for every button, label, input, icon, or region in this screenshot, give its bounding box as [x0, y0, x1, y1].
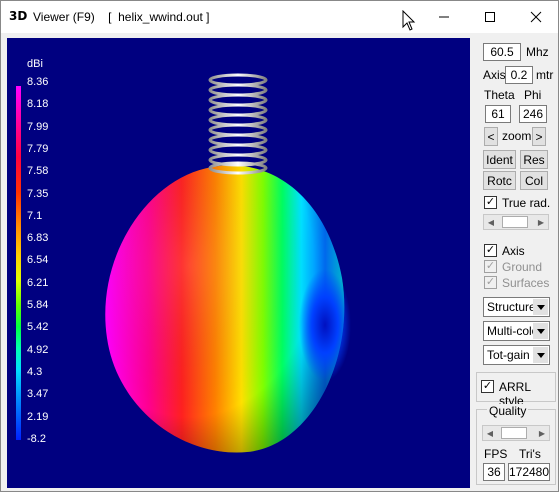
maximize-button[interactable] [467, 1, 513, 33]
tris-label: Tri's [519, 447, 541, 461]
chevron-down-icon [533, 323, 548, 339]
ident-button[interactable]: Ident [483, 150, 516, 169]
app-3d-icon: 3D [9, 9, 28, 23]
phi-field[interactable]: 246 [519, 105, 547, 123]
phi-label: Phi [524, 88, 542, 102]
slider-left-icon[interactable]: ◀ [484, 215, 498, 229]
slider-left-icon[interactable]: ◀ [483, 426, 497, 440]
maximize-icon [485, 12, 495, 22]
radiation-pattern-viewport[interactable]: dBi 8.36 8.18 7.99 7.79 7.58 7.35 7.1 6.83 6.54 6… [7, 38, 470, 488]
minimize-button[interactable] [421, 1, 467, 33]
close-icon [530, 11, 542, 23]
arrl-style-checkbox[interactable]: ✓ [481, 380, 494, 393]
gain-type-select[interactable]: Tot-gain [483, 345, 550, 365]
structure-select[interactable]: Structure [483, 297, 550, 317]
zoom-label: zoom [502, 129, 532, 143]
pattern-lobe [105, 165, 351, 453]
chevron-down-icon [533, 347, 548, 363]
true-rad-checkbox[interactable]: ✓ [484, 196, 497, 209]
theta-label: Theta [484, 88, 515, 102]
control-panel: 60.5 Mhz Axis 0.2 mtr Theta Phi 61 246 <… [475, 38, 556, 488]
radiation-pattern-3d [105, 73, 351, 453]
minimize-icon [439, 16, 449, 18]
col-button[interactable]: Col [520, 171, 548, 190]
zoom-in-button[interactable]: > [532, 127, 546, 146]
axis-checkbox[interactable]: ✓ [484, 244, 497, 257]
quality-slider[interactable]: ◀ ▶ [482, 425, 550, 441]
window-title: Viewer (F9) [ helix_wwind.out ] [33, 10, 210, 24]
mouse-cursor-icon [402, 10, 416, 31]
helix-antenna [208, 73, 268, 175]
slider-right-icon[interactable]: ▶ [535, 426, 549, 440]
structure-select-value: Structure [487, 300, 536, 314]
close-button[interactable] [513, 1, 559, 33]
zoom-out-button[interactable]: < [484, 127, 498, 146]
tris-value: 172480 [508, 463, 550, 481]
frequency-unit: Mhz [526, 45, 549, 59]
title-bar[interactable]: 3D Viewer (F9) [ helix_wwind.out ] [1, 1, 558, 33]
fps-value: 36 [483, 463, 505, 481]
slider-right-icon[interactable]: ▶ [534, 215, 548, 229]
quality-label: Quality [487, 404, 529, 418]
frequency-field[interactable]: 60.5 [483, 43, 521, 61]
surfaces-label: Surfaces [502, 276, 550, 290]
theta-field[interactable]: 61 [485, 105, 511, 123]
fps-label: FPS [484, 447, 508, 461]
axis-unit: mtr [536, 68, 554, 82]
axis-label: Axis [483, 68, 506, 82]
slider-thumb[interactable] [501, 427, 527, 439]
true-rad-slider[interactable]: ◀ ▶ [483, 214, 549, 230]
color-mode-select-value: Multi-colo [487, 324, 539, 338]
rotc-button[interactable]: Rotc [483, 171, 516, 190]
surfaces-checkbox[interactable]: ✓ [484, 276, 497, 289]
res-button[interactable]: Res [520, 150, 548, 169]
axis-length-field[interactable]: 0.2 [505, 66, 533, 84]
ground-label: Ground [502, 260, 543, 274]
viewer-window: 3D Viewer (F9) [ helix_wwind.out ] dBi 8… [0, 0, 559, 492]
axis-check-label: Axis [502, 244, 525, 258]
color-mode-select[interactable]: Multi-colo [483, 321, 550, 341]
slider-thumb[interactable] [502, 216, 528, 228]
gain-type-select-value: Tot-gain [487, 348, 530, 362]
true-rad-label: True rad. [502, 196, 551, 210]
ground-checkbox[interactable]: ✓ [484, 260, 497, 273]
chevron-down-icon [533, 299, 548, 315]
